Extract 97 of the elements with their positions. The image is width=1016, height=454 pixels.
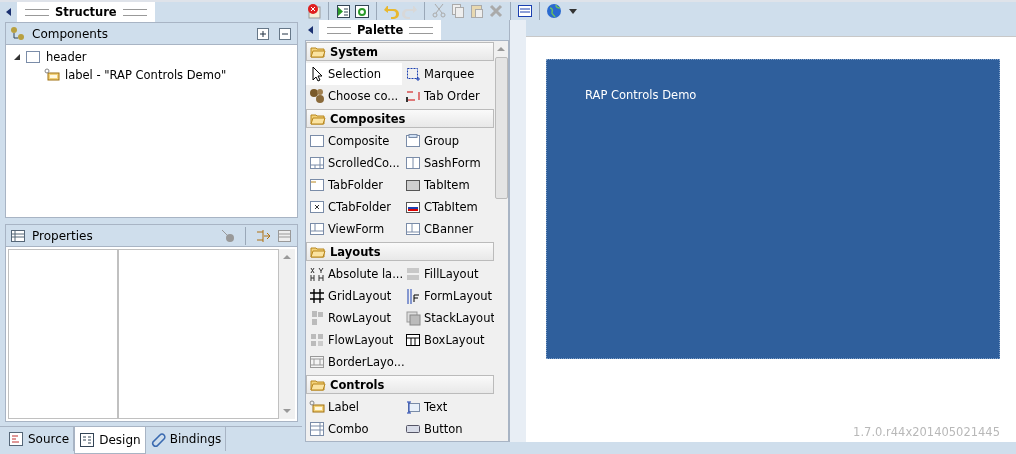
palette-item[interactable]: FillLayout [402, 263, 494, 285]
palette-item[interactable]: Composite [306, 130, 402, 152]
source-icon [8, 431, 24, 447]
sash-form-icon [405, 155, 421, 171]
marquee-icon [405, 66, 421, 82]
box-layout-icon [405, 332, 421, 348]
palette-category[interactable]: Layouts [306, 242, 494, 261]
palette-item[interactable]: Absolute la... [306, 263, 402, 285]
palette-category[interactable]: System [306, 42, 494, 61]
composite-icon [309, 133, 325, 149]
properties-icon [10, 227, 26, 244]
tab-folder-icon [309, 177, 325, 193]
scrolled-composite-icon [309, 155, 325, 171]
palette-item[interactable]: BorderLayo... [306, 351, 402, 373]
toolbar-button[interactable] [517, 3, 533, 19]
paperclip-icon [149, 431, 166, 447]
palette-item[interactable]: ViewForm [306, 218, 402, 240]
palette-item[interactable]: Label [306, 396, 402, 418]
row-layout-icon [309, 310, 325, 326]
grid-layout-icon [309, 288, 325, 304]
globe-icon [546, 3, 562, 19]
palette-item[interactable]: Group [402, 130, 494, 152]
collapse-arrow-icon[interactable] [6, 8, 11, 16]
delete-icon [488, 3, 504, 19]
palette-item[interactable]: Button [402, 418, 494, 440]
palette-item[interactable]: Tab Order [402, 85, 494, 107]
table-icon [277, 227, 293, 244]
palette-item[interactable]: ScrolledCo... [306, 152, 402, 174]
paste-icon [469, 3, 485, 19]
label-icon [44, 67, 60, 83]
tree-item[interactable]: header [46, 48, 87, 66]
editor-tab[interactable]: Bindings [145, 427, 227, 451]
palette-item[interactable]: Marquee [402, 63, 494, 85]
palette-item[interactable]: CTabItem [402, 196, 494, 218]
composite-icon [25, 49, 41, 65]
beans-icon [309, 88, 325, 104]
editor-tab[interactable]: Design [74, 426, 146, 454]
palette-category[interactable]: Controls [306, 375, 494, 394]
expand-toggle[interactable] [14, 54, 20, 60]
stack-layout-icon [405, 310, 421, 326]
palette-item[interactable]: SashForm [402, 152, 494, 174]
banner-icon [405, 221, 421, 237]
form-icon [517, 3, 533, 19]
collapse-arrow-icon[interactable] [308, 26, 313, 34]
ctab-folder-icon [309, 199, 325, 215]
components-icon [10, 25, 26, 42]
toolbar-button[interactable] [306, 3, 322, 19]
collapse-all-icon [277, 25, 293, 42]
palette-item[interactable]: StackLayout [402, 307, 494, 329]
palette-item[interactable]: Text [402, 396, 494, 418]
form-layout-icon [405, 288, 421, 304]
palette-item[interactable]: GridLayout [306, 285, 402, 307]
group-icon [405, 133, 421, 149]
tree-item[interactable]: label - "RAP Controls Demo" [65, 66, 227, 84]
palette-item[interactable]: BoxLayout [402, 329, 494, 351]
version-text: 1.7.0.r44x201405021445 [853, 425, 1000, 441]
palette-item[interactable]: Choose co... [306, 85, 402, 107]
design-icon [79, 432, 96, 448]
palette-item[interactable]: Selection [306, 63, 402, 85]
panel-title: Properties [32, 228, 93, 243]
shell-preview[interactable]: RAP Controls Demo [546, 59, 1000, 359]
palette-item[interactable]: RowLayout [306, 307, 402, 329]
flow-layout-icon [309, 332, 325, 348]
copy-icon [450, 3, 466, 19]
palette-item[interactable]: Combo [306, 418, 402, 440]
border-layout-icon [309, 354, 325, 370]
toolbar-button[interactable] [335, 3, 351, 19]
expand-all-icon [255, 25, 271, 42]
error-icon [306, 3, 322, 19]
fill-layout-icon [405, 266, 421, 282]
view-tab[interactable]: Palette [319, 20, 442, 40]
palette-category[interactable]: Composites [306, 109, 494, 128]
panel-title: Components [32, 26, 108, 41]
palette-item[interactable]: FlowLayout [306, 329, 402, 351]
tab-item-icon [405, 177, 421, 193]
palette-item[interactable]: CBanner [402, 218, 494, 240]
refresh-icon [354, 3, 370, 19]
palette-item[interactable]: TabItem [402, 174, 494, 196]
scissors-icon [431, 3, 447, 19]
label-text[interactable]: RAP Controls Demo [585, 88, 697, 102]
redo-icon [402, 3, 418, 19]
absolute-layout-icon [309, 266, 325, 282]
cursor-icon [309, 66, 325, 82]
toolbar-button[interactable] [354, 3, 370, 19]
label-icon [309, 399, 325, 415]
text-field-icon [405, 399, 421, 415]
palette-item[interactable]: TabFolder [306, 174, 402, 196]
view-form-icon [309, 221, 325, 237]
combo-icon [309, 421, 325, 437]
palette-item[interactable]: FormLayout [402, 285, 494, 307]
view-tab[interactable]: Structure [17, 2, 155, 22]
tab-order-icon [405, 88, 421, 104]
ctab-item-icon [405, 199, 421, 215]
palette-item[interactable]: CTabFolder [306, 196, 402, 218]
run-icon [335, 3, 351, 19]
scrollbar[interactable] [279, 249, 295, 419]
undo-icon [383, 3, 399, 19]
